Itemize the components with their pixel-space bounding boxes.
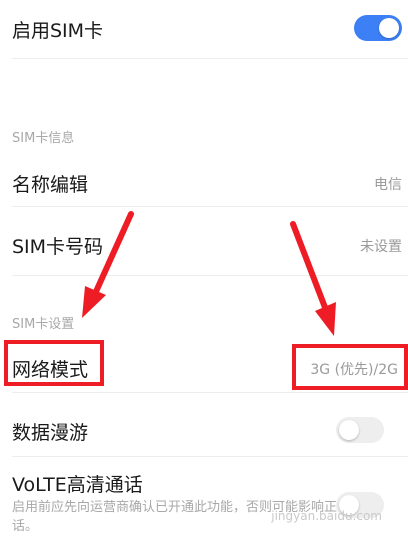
data-roaming-label: 数据漫游 <box>12 422 89 444</box>
section-sim-settings: SIM卡设置 <box>12 317 75 332</box>
divider <box>12 456 408 457</box>
name-edit-label: 名称编辑 <box>12 174 89 196</box>
sim-enable-row[interactable]: 启用SIM卡 <box>0 0 408 58</box>
volte-label: VoLTE高清通话 <box>12 474 143 496</box>
divider <box>12 58 408 59</box>
divider <box>12 392 408 393</box>
sim-number-label: SIM卡号码 <box>12 236 104 258</box>
sim-number-row[interactable]: SIM卡号码 未设置 <box>0 220 408 266</box>
divider <box>12 206 408 207</box>
sim-number-value: 未设置 <box>360 239 402 255</box>
divider <box>12 275 408 276</box>
volte-row[interactable]: VoLTE高清通话 启用前应先向运营商确认已开通此功能，否则可能影响正常通话。 <box>0 460 408 541</box>
annotation-box-network-label <box>4 340 104 386</box>
data-roaming-toggle[interactable] <box>336 417 384 443</box>
toggle-knob <box>339 420 359 440</box>
annotation-box-network-value <box>292 344 408 390</box>
name-edit-row[interactable]: 名称编辑 电信 <box>0 158 408 204</box>
name-edit-value: 电信 <box>374 177 402 193</box>
data-roaming-row[interactable]: 数据漫游 <box>0 404 408 454</box>
watermark: jingyan.baidu.com <box>271 509 382 523</box>
section-sim-info: SIM卡信息 <box>12 131 75 146</box>
sim-enable-label: 启用SIM卡 <box>12 20 104 42</box>
sim-enable-toggle[interactable] <box>354 15 402 41</box>
toggle-knob <box>379 18 399 38</box>
